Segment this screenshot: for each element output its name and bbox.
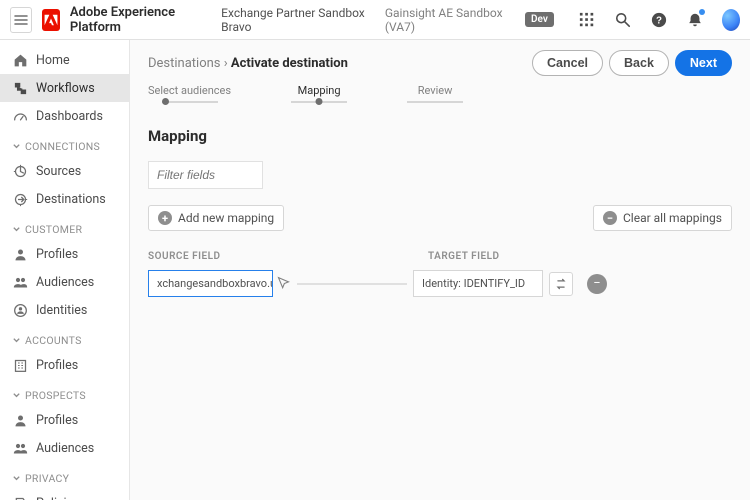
sidebar-label: Audiences	[36, 441, 94, 456]
breadcrumb: Destinations › Activate destination	[148, 56, 348, 71]
sidebar-section-privacy[interactable]: PRIVACY	[0, 462, 129, 489]
audiences-icon	[12, 274, 28, 290]
chevron-down-icon	[12, 391, 21, 400]
sidebar: Home Workflows Dashboards CONNECTIONS So…	[0, 40, 130, 500]
breadcrumb-current: Activate destination	[231, 56, 348, 71]
sidebar-label: Home	[36, 53, 70, 68]
sandbox-info: Gainsight AE Sandbox (VA7)	[385, 6, 509, 34]
sidebar-item-audiences[interactable]: Audiences	[0, 268, 129, 296]
sidebar-item-policies[interactable]: Policies	[0, 489, 129, 500]
destinations-icon	[12, 191, 28, 207]
sidebar-section-customer[interactable]: CUSTOMER	[0, 213, 129, 240]
sidebar-label: Identities	[36, 303, 87, 318]
clear-mappings-button[interactable]: − Clear all mappings	[593, 205, 732, 231]
remove-mapping-button[interactable]: −	[587, 274, 607, 294]
apps-switcher[interactable]	[579, 11, 595, 29]
sidebar-item-dashboards[interactable]: Dashboards	[0, 102, 129, 130]
search-icon	[615, 12, 631, 28]
notifications-button[interactable]	[687, 11, 703, 29]
user-avatar[interactable]	[722, 9, 740, 31]
audiences-icon	[12, 440, 28, 456]
chevron-down-icon	[12, 474, 21, 483]
sidebar-item-identities[interactable]: Identities	[0, 296, 129, 324]
sources-icon	[12, 163, 28, 179]
sidebar-item-destinations[interactable]: Destinations	[0, 185, 129, 213]
sidebar-label: Sources	[36, 164, 81, 179]
minus-icon: −	[603, 211, 617, 225]
chevron-down-icon	[12, 225, 21, 234]
step-review[interactable]: Review	[407, 84, 463, 103]
back-button[interactable]: Back	[609, 50, 669, 76]
step-select-audiences[interactable]: Select audiences	[148, 84, 231, 103]
source-field-input[interactable]: xchangesandboxbravo.userId	[148, 270, 273, 297]
wizard-stepper: Select audiences Mapping Review	[130, 80, 750, 115]
sidebar-item-prosp-profiles[interactable]: Profiles	[0, 406, 129, 434]
profile-icon	[12, 246, 28, 262]
sidebar-item-sources[interactable]: Sources	[0, 157, 129, 185]
top-bar: Adobe Experience Platform Exchange Partn…	[0, 0, 750, 40]
svg-text:?: ?	[656, 15, 662, 26]
sidebar-section-connections[interactable]: CONNECTIONS	[0, 130, 129, 157]
cursor-icon	[276, 276, 291, 291]
home-icon	[12, 52, 28, 68]
filter-fields-input[interactable]	[148, 161, 263, 189]
building-icon	[12, 357, 28, 373]
swap-icon	[554, 277, 568, 291]
chevron-down-icon	[12, 336, 21, 345]
mapping-row: xchangesandboxbravo.userId Identity: IDE…	[148, 270, 732, 297]
cancel-button[interactable]: Cancel	[532, 50, 603, 76]
sidebar-label: Audiences	[36, 275, 94, 290]
mapping-connector	[297, 283, 407, 285]
next-button[interactable]: Next	[675, 50, 732, 76]
hamburger-icon	[14, 13, 28, 27]
menu-toggle[interactable]	[10, 7, 32, 33]
notification-dot	[699, 9, 705, 15]
adobe-logo	[42, 9, 60, 31]
identities-icon	[12, 302, 28, 318]
help-button[interactable]: ?	[651, 11, 667, 29]
sidebar-label: Dashboards	[36, 109, 103, 124]
help-icon: ?	[651, 12, 667, 28]
swap-mapping-button[interactable]	[549, 272, 573, 296]
sidebar-item-profiles[interactable]: Profiles	[0, 240, 129, 268]
sidebar-label: Profiles	[36, 247, 78, 262]
sidebar-item-home[interactable]: Home	[0, 46, 129, 74]
sidebar-label: Policies	[36, 496, 80, 500]
section-title: Mapping	[130, 115, 750, 161]
sidebar-item-acct-profiles[interactable]: Profiles	[0, 351, 129, 379]
main-content: Destinations › Activate destination Canc…	[130, 40, 750, 500]
product-name: Adobe Experience Platform	[70, 5, 201, 35]
chevron-down-icon	[12, 142, 21, 151]
dashboards-icon	[12, 108, 28, 124]
adobe-logo-icon	[44, 13, 58, 27]
sidebar-item-workflows[interactable]: Workflows	[0, 74, 129, 102]
target-field-label: TARGET FIELD	[428, 251, 500, 262]
add-mapping-button[interactable]: + Add new mapping	[148, 205, 284, 231]
sidebar-label: Workflows	[36, 81, 95, 96]
workflows-icon	[12, 80, 28, 96]
minus-icon: −	[593, 276, 600, 291]
sidebar-section-prospects[interactable]: PROSPECTS	[0, 379, 129, 406]
sidebar-item-prosp-audiences[interactable]: Audiences	[0, 434, 129, 462]
breadcrumb-root[interactable]: Destinations	[148, 56, 221, 71]
target-field-input[interactable]: Identity: IDENTIFY_ID	[413, 270, 543, 297]
sidebar-section-accounts[interactable]: ACCOUNTS	[0, 324, 129, 351]
policies-icon	[12, 495, 28, 500]
sandbox-title: Exchange Partner Sandbox Bravo	[221, 6, 367, 34]
search-button[interactable]	[615, 11, 631, 29]
sidebar-label: Destinations	[36, 192, 106, 207]
plus-icon: +	[158, 211, 172, 225]
dev-badge: Dev	[525, 12, 554, 27]
sidebar-label: Profiles	[36, 413, 78, 428]
profile-icon	[12, 412, 28, 428]
sidebar-label: Profiles	[36, 358, 78, 373]
source-field-label: SOURCE FIELD	[148, 251, 428, 262]
step-mapping[interactable]: Mapping	[291, 84, 347, 103]
apps-icon	[579, 12, 595, 28]
